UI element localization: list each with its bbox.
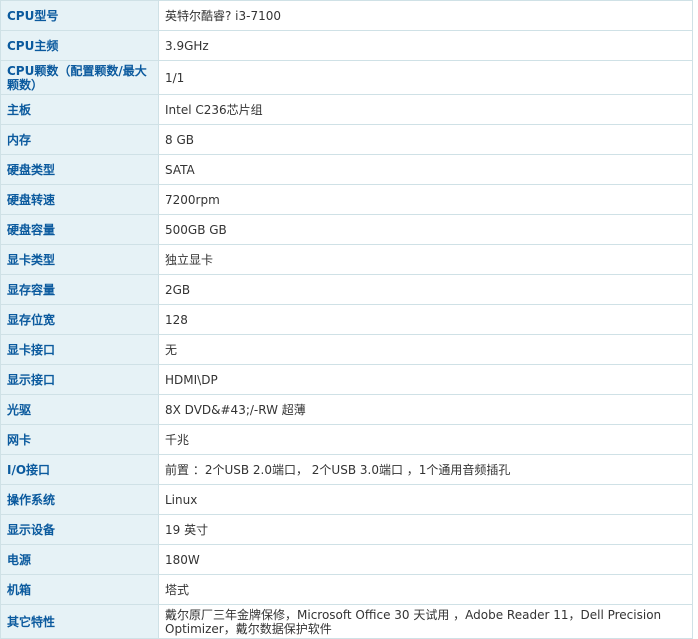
table-row: 其它特性 戴尔原厂三年金牌保修，Microsoft Office 30 天试用 ，… [0,604,693,639]
spec-label: CPU型号 [0,0,159,31]
spec-label: 操作系统 [0,484,159,515]
spec-value: 3.9GHz [158,30,693,61]
table-row: CPU型号 英特尔酷睿? i3-7100 [0,0,693,31]
table-row: 显卡接口无 [0,334,693,365]
spec-value: 独立显卡 [158,244,693,275]
table-row: I/O接口 前置 ：2个USB 2.0端口， 2个USB 3.0端口 ，1个通用音… [0,454,693,485]
spec-value: 前置 ：2个USB 2.0端口， 2个USB 3.0端口 ，1个通用音频插孔 [158,454,693,485]
table-row: CPU主频 3.9GHz [0,30,693,61]
spec-label: 光驱 [0,394,159,425]
spec-label: CPU颗数（配置颗数/最大颗数） [0,60,159,95]
table-row: 网卡 千兆 [0,424,693,455]
table-row: 机箱 塔式 [0,574,693,605]
spec-value: 180W [158,544,693,575]
spec-label: 显存位宽 [0,304,159,335]
spec-label: 硬盘转速 [0,184,159,215]
spec-label: 显卡接口 [0,334,159,365]
spec-value: 8X DVD&#43;/-RW 超薄 [158,394,693,425]
spec-label: CPU主频 [0,30,159,61]
spec-value: Linux [158,484,693,515]
spec-value: 8 GB [158,124,693,155]
spec-value: 500GB GB [158,214,693,245]
spec-value: 英特尔酷睿? i3-7100 [158,0,693,31]
spec-label: 电源 [0,544,159,575]
spec-value: SATA [158,154,693,185]
spec-label: 内存 [0,124,159,155]
table-row: 内存 8 GB [0,124,693,155]
spec-label: 机箱 [0,574,159,605]
spec-label: 显示接口 [0,364,159,395]
spec-value: 2GB [158,274,693,305]
table-row: 显卡类型 独立显卡 [0,244,693,275]
table-row: 光驱 8X DVD&#43;/-RW 超薄 [0,394,693,425]
table-row: 显示接口 HDMI\DP [0,364,693,395]
table-row: 硬盘类型 SATA [0,154,693,185]
spec-value: HDMI\DP [158,364,693,395]
spec-value: 1/1 [158,60,693,95]
table-row: 硬盘转速 7200rpm [0,184,693,215]
spec-value: 19 英寸 [158,514,693,545]
spec-label: 网卡 [0,424,159,455]
spec-label: 其它特性 [0,604,159,639]
spec-value: 无 [158,334,693,365]
table-row: 主板 Intel C236芯片组 [0,94,693,125]
spec-label: I/O接口 [0,454,159,485]
table-row: 显存位宽 128 [0,304,693,335]
spec-label: 显示设备 [0,514,159,545]
table-row: 显示设备 19 英寸 [0,514,693,545]
spec-value: 7200rpm [158,184,693,215]
spec-value: Intel C236芯片组 [158,94,693,125]
spec-value: 塔式 [158,574,693,605]
spec-table: CPU型号 英特尔酷睿? i3-7100 CPU主频 3.9GHz CPU颗数（配置… [0,0,693,639]
table-row: 操作系统 Linux [0,484,693,515]
table-row: 硬盘容量 500GB GB [0,214,693,245]
spec-label: 主板 [0,94,159,125]
table-row: CPU颗数（配置颗数/最大颗数） 1/1 [0,60,693,95]
spec-label: 硬盘容量 [0,214,159,245]
spec-value: 戴尔原厂三年金牌保修，Microsoft Office 30 天试用 ，Adob… [158,604,693,639]
spec-label: 硬盘类型 [0,154,159,185]
spec-value: 千兆 [158,424,693,455]
table-row: 电源 180W [0,544,693,575]
table-row: 显存容量 2GB [0,274,693,305]
spec-label: 显卡类型 [0,244,159,275]
spec-value: 128 [158,304,693,335]
spec-label: 显存容量 [0,274,159,305]
